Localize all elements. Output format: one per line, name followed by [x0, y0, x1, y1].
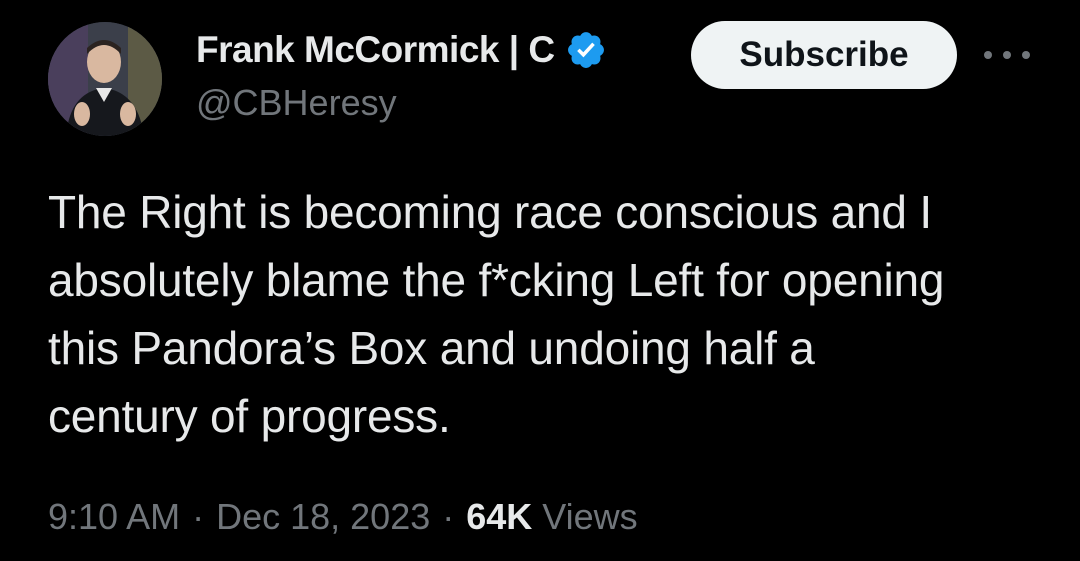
display-name[interactable]: Frank McCormick | C [196, 29, 555, 71]
handle[interactable]: @CBHeresy [196, 82, 607, 124]
name-row: Frank McCormick | C [196, 26, 607, 74]
tweet-meta: 9:10 AM · Dec 18, 2023 · 64K Views [48, 496, 638, 538]
avatar-image [48, 22, 162, 136]
more-dot [984, 51, 992, 59]
more-dot [1022, 51, 1030, 59]
author-block: Frank McCormick | C @CBHeresy [196, 26, 607, 124]
tweet: Frank McCormick | C @CBHeresy Subscribe … [0, 0, 1080, 561]
avatar[interactable] [48, 22, 162, 136]
more-horizontal-icon[interactable] [984, 42, 1030, 68]
meta-separator: · [192, 496, 205, 537]
tweet-text: The Right is becoming race conscious and… [48, 186, 945, 442]
views-label: Views [542, 496, 638, 537]
views-count[interactable]: 64K [466, 496, 532, 538]
meta-separator: · [442, 496, 455, 537]
subscribe-button[interactable]: Subscribe [691, 21, 957, 89]
verified-badge-icon[interactable] [565, 29, 607, 71]
more-dot [1003, 51, 1011, 59]
tweet-time[interactable]: 9:10 AM [48, 496, 180, 538]
tweet-date[interactable]: Dec 18, 2023 [216, 496, 430, 538]
